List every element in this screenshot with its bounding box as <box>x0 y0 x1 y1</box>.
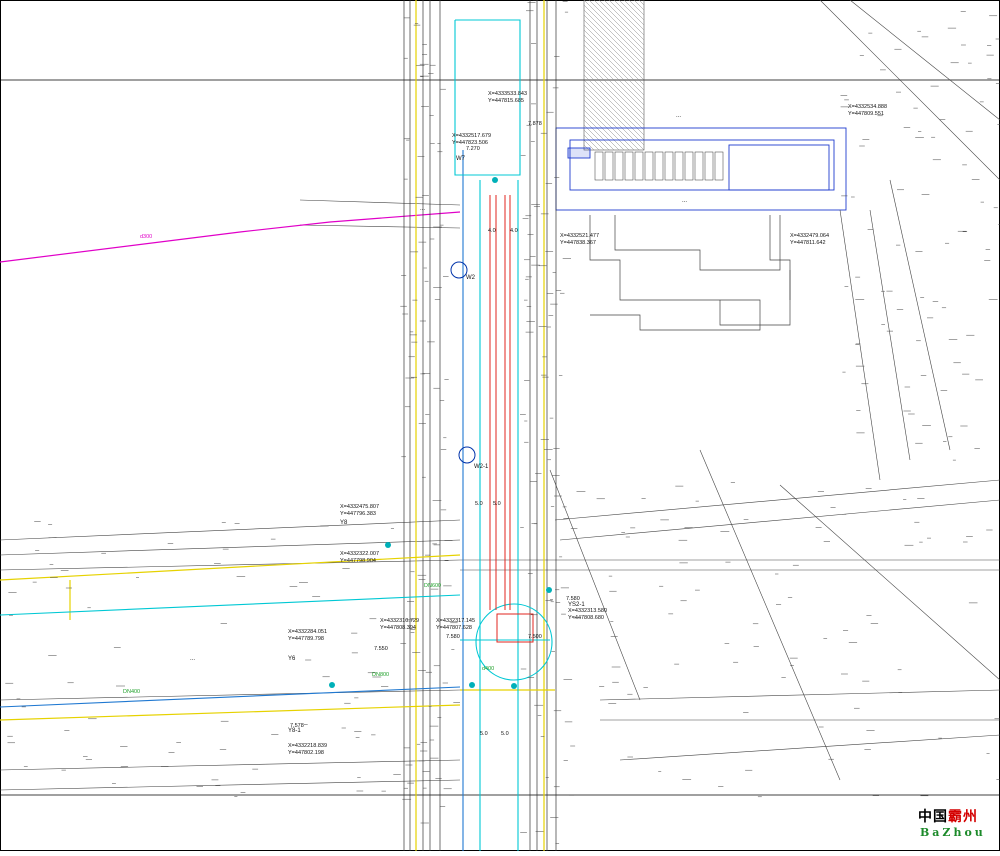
manhole-id-labels: W2 W2-1 Y8 Y8-1 YS2-1 W7 Y6 <box>288 156 585 734</box>
mh-w2: W2 <box>466 275 476 281</box>
coord-6-y: Y=447796.383 <box>340 511 376 517</box>
coord-9-y: Y=447807.628 <box>436 625 472 631</box>
coord-5-x: X=4332479.064 <box>790 233 829 239</box>
watermark-black-text: 中国 <box>918 809 948 825</box>
cad-drawing-frame: X=4333533.843 Y=447815.685 X=4332517.679… <box>0 0 1000 851</box>
blue-pipelines <box>0 150 464 851</box>
elev-6: 7.550 <box>374 646 388 652</box>
watermark-red-text: 霸州 <box>948 809 978 825</box>
dim-6: 4.0 <box>510 228 518 234</box>
elev-7: 7.500 <box>528 634 542 640</box>
pipe-label-green-2: DN400 <box>123 689 140 695</box>
station-label-1: ... <box>682 198 687 204</box>
dim-3: 5.0 <box>480 731 488 737</box>
coord-1-y: Y=447815.685 <box>488 98 524 104</box>
pipe-label-green-1: DN600 <box>424 583 441 589</box>
coord-4-x: X=4332521.477 <box>560 233 599 239</box>
coord-10-x: X=4332313.580 <box>568 608 607 614</box>
coord-3-y: Y=447809.551 <box>848 111 884 117</box>
mh-y8: Y8 <box>340 520 348 526</box>
coord-10-y: Y=447808.680 <box>568 615 604 621</box>
coord-5-y: Y=447811.642 <box>790 240 826 246</box>
magenta-pipeline <box>0 211 461 263</box>
station-label-2: ... <box>420 206 425 212</box>
coord-1-x: X=4333533.843 <box>488 91 527 97</box>
mh-ys2-1: YS2-1 <box>568 602 585 608</box>
frame-border <box>0 0 1000 851</box>
pipe-label-magenta: d300 <box>140 234 152 240</box>
coord-8-y: Y=447808.394 <box>380 625 416 631</box>
coord-9-x: X=4332317.145 <box>436 618 475 624</box>
coordinate-labels: X=4333533.843 Y=447815.685 X=4332517.679… <box>288 91 887 756</box>
blue-building-block <box>555 127 847 211</box>
coord-11-y: Y=447789.798 <box>288 636 324 642</box>
mh-y8-1: Y8-1 <box>288 728 301 734</box>
misc-labels: ... ... ... ... <box>190 113 687 662</box>
coord-8-x: X=4332310.729 <box>380 618 419 624</box>
elev-1: 7.270 <box>466 146 480 152</box>
coord-4-y: Y=447838.367 <box>560 240 596 246</box>
watermark-english: BaZhou <box>920 826 986 839</box>
coord-2-x: X=4332517.679 <box>452 133 491 139</box>
mh-w2-1: W2-1 <box>474 464 489 470</box>
dim-5: 4.0 <box>488 228 496 234</box>
road-name-left: ... <box>190 656 195 662</box>
coord-6-x: X=4332475.807 <box>340 504 379 510</box>
red-pipelines <box>489 195 534 643</box>
yellow-pipelines <box>0 0 555 851</box>
building-outlines <box>589 215 791 331</box>
diagonal-roads <box>549 0 1000 781</box>
coord-3-x: X=4332534.888 <box>848 104 887 110</box>
survey-marks <box>5 0 1000 844</box>
coord-12-x: X=4332218.839 <box>288 743 327 749</box>
dim-1: 5.0 <box>475 501 483 507</box>
coord-7-x: X=4332322.007 <box>340 551 379 557</box>
cad-pipeline-plan: X=4333533.843 Y=447815.685 X=4332517.679… <box>0 0 1000 851</box>
pipe-label-green-4: d400 <box>482 666 494 672</box>
elev-5: 7.580 <box>446 634 460 640</box>
title-plate: ... <box>676 113 681 119</box>
mh-y6: Y6 <box>288 656 296 662</box>
watermark-chinese: 中国霸州 <box>918 806 978 826</box>
coord-7-y: Y=447798.904 <box>340 558 376 564</box>
pipe-label-green-3: DN800 <box>372 672 389 678</box>
horizontal-roads <box>0 199 1000 791</box>
site-watermark-logo: 中国霸州 BaZhou <box>918 806 994 846</box>
dim-2: 5.0 <box>493 501 501 507</box>
hatched-building <box>583 0 645 151</box>
mh-w7: W7 <box>456 156 466 162</box>
coord-12-y: Y=447802.198 <box>288 750 324 756</box>
dim-4: 5.0 <box>501 731 509 737</box>
site-equipment-cells <box>594 151 724 181</box>
elev-2: 7.878 <box>528 121 542 127</box>
coord-11-x: X=4332284.051 <box>288 629 327 635</box>
